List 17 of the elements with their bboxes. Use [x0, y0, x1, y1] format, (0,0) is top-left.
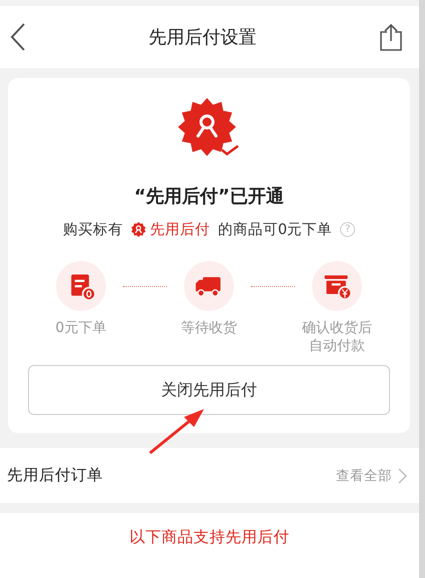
step-label: 等待收货 — [181, 320, 237, 338]
chevron-icon — [398, 468, 407, 484]
orders-row[interactable]: 先用后付订单 查看全部 — [0, 448, 419, 503]
close-button[interactable]: 关闭先用后付 — [28, 365, 390, 415]
promo-highlight: 先用后付 — [150, 221, 210, 239]
back-icon[interactable] — [10, 22, 26, 52]
badge-icon — [130, 222, 146, 237]
status-title: “先用后付”已开通 — [134, 185, 284, 208]
section-heading: 以下商品支持先用后付 — [130, 527, 290, 548]
promo-text: 购买标有 — [62, 221, 123, 239]
step-label: 确认收货后自动付款 — [302, 320, 373, 355]
promo-text: 的商品可0元下单 — [218, 220, 332, 239]
row-title: 先用后付订单 — [7, 465, 103, 486]
arrow-annotation — [148, 407, 206, 455]
page-title: 先用后付设置 — [148, 26, 256, 49]
share-icon[interactable] — [379, 23, 403, 51]
step-label: 0元下单 — [55, 320, 106, 338]
